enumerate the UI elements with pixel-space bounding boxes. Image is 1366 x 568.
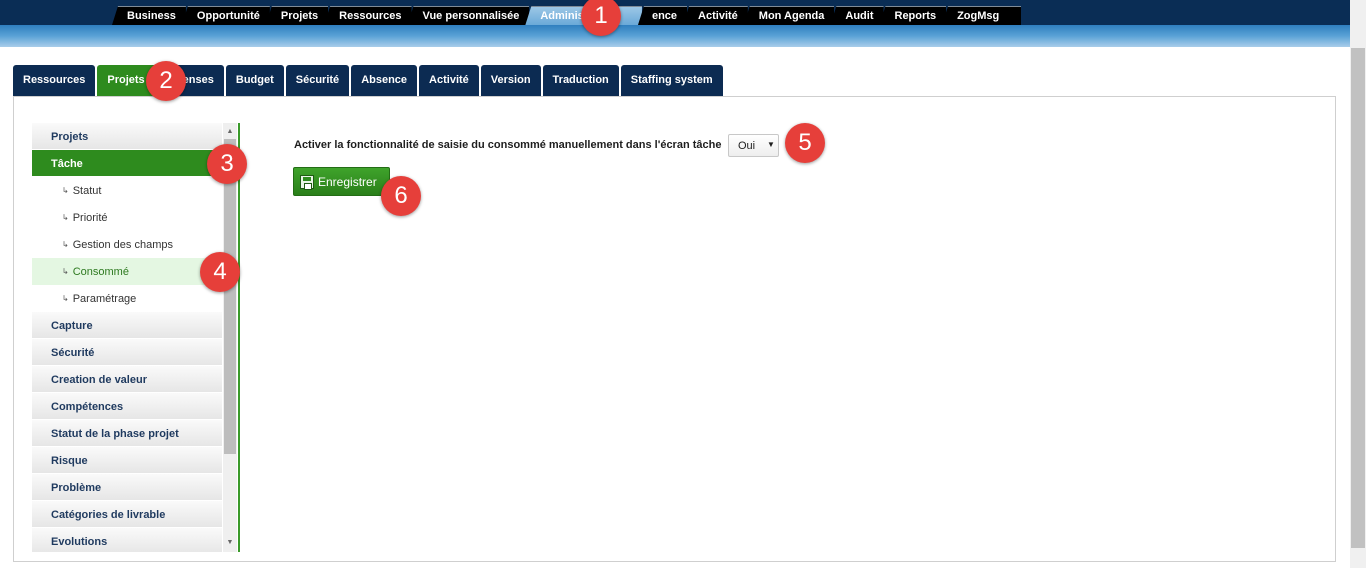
sidebar-subitem-label: Gestion des champs: [72, 239, 173, 251]
annotation-marker-2: 2: [146, 61, 186, 101]
sidebar-subitem-priorite[interactable]: ↳ Priorité: [32, 204, 222, 231]
annotation-marker-5: 5: [785, 123, 825, 163]
sidebar-subitem-label: Priorité: [72, 212, 108, 224]
manual-consumption-setting-label: Activer la fonctionnalité de saisie du c…: [294, 139, 722, 151]
sub-tab-staffing-system[interactable]: Staffing system: [620, 65, 723, 97]
top-tab-reports[interactable]: Reports: [879, 6, 947, 25]
sub-nav-tabs: Ressources Projets enses Budget Sécurité…: [13, 65, 725, 97]
top-tab-projets[interactable]: Projets: [265, 6, 329, 25]
sidebar-item-securite[interactable]: Sécurité: [32, 339, 222, 366]
page-scrollbar-thumb[interactable]: [1351, 48, 1365, 548]
top-tab-ressources[interactable]: Ressources: [324, 6, 412, 25]
sidebar-item-tache[interactable]: Tâche: [32, 150, 222, 177]
sub-arrow-icon: ↳: [62, 186, 69, 195]
sidebar-subitem-consomme[interactable]: ↳ Consommé: [32, 258, 222, 285]
sidebar-scrollbar-thumb[interactable]: [224, 139, 236, 454]
top-navigation-strip: [0, 25, 1350, 47]
top-tab-business[interactable]: Business: [112, 6, 186, 25]
sidebar-item-categories-livrable[interactable]: Catégories de livrable: [32, 501, 222, 528]
sub-tab-ressources[interactable]: Ressources: [13, 65, 96, 97]
top-tab-activite[interactable]: Activité: [683, 6, 748, 25]
scroll-up-icon[interactable]: ▲: [223, 125, 237, 139]
sidebar-item-projets[interactable]: Projets: [32, 123, 222, 150]
top-tab-opportunite[interactable]: Opportunité: [181, 6, 270, 25]
top-tab-audit[interactable]: Audit: [830, 6, 884, 25]
sub-tab-securite[interactable]: Sécurité: [285, 65, 350, 97]
sub-tab-budget[interactable]: Budget: [225, 65, 284, 97]
annotation-marker-3: 3: [207, 144, 247, 184]
sidebar-scrollbar[interactable]: ▲ ▼: [223, 123, 237, 552]
sidebar-subitem-label: Statut: [72, 185, 102, 197]
chevron-down-icon: ▼: [767, 140, 775, 149]
sidebar-item-probleme[interactable]: Problème: [32, 474, 222, 501]
sidebar-item-capture[interactable]: Capture: [32, 312, 222, 339]
sub-tab-absence[interactable]: Absence: [351, 65, 418, 97]
sub-arrow-icon: ↳: [62, 294, 69, 303]
top-nav-tabs: Business Opportunité Projets Ressources …: [112, 6, 1022, 26]
sidebar-subitem-label: Consommé: [72, 266, 129, 278]
sub-arrow-icon: ↳: [62, 267, 69, 276]
sidebar-subitem-statut[interactable]: ↳ Statut: [32, 177, 222, 204]
sub-tab-traduction[interactable]: Traduction: [542, 65, 619, 97]
sub-tab-version[interactable]: Version: [480, 65, 541, 97]
sidebar-item-creation-de-valeur[interactable]: Creation de valeur: [32, 366, 222, 393]
sidebar-item-evolutions[interactable]: Evolutions: [32, 528, 222, 552]
sidebar-subitem-parametrage[interactable]: ↳ Paramétrage: [32, 285, 222, 312]
admin-sidebar: Projets Tâche ↳ Statut ↳ Priorité ↳ Gestion…: [32, 123, 240, 552]
sidebar-item-statut-phase-projet[interactable]: Statut de la phase projet: [32, 420, 222, 447]
top-tab-ence[interactable]: ence: [637, 6, 688, 25]
top-tab-vue-personnalisee[interactable]: Vue personnalisée: [407, 6, 530, 25]
sidebar-item-risque[interactable]: Risque: [32, 447, 222, 474]
sidebar-subitem-gestion-des-champs[interactable]: ↳ Gestion des champs: [32, 231, 222, 258]
manual-consumption-select[interactable]: Oui ▼: [728, 134, 779, 157]
select-value: Oui: [738, 140, 756, 152]
annotation-marker-6: 6: [381, 176, 421, 216]
sub-arrow-icon: ↳: [62, 213, 69, 222]
save-button-label: Enregistrer: [318, 175, 377, 189]
sub-tab-activite[interactable]: Activité: [419, 65, 479, 97]
sidebar-subitem-label: Paramétrage: [72, 293, 137, 305]
floppy-disk-icon: [300, 175, 314, 190]
save-button[interactable]: Enregistrer: [293, 167, 390, 196]
top-tab-zogmsg[interactable]: ZogMsg: [942, 6, 1022, 25]
sub-arrow-icon: ↳: [62, 240, 69, 249]
annotation-marker-4: 4: [200, 252, 240, 292]
scroll-down-icon[interactable]: ▼: [223, 536, 237, 550]
sidebar-item-competences[interactable]: Compétences: [32, 393, 222, 420]
sidebar-list: Projets Tâche ↳ Statut ↳ Priorité ↳ Gestion…: [32, 123, 222, 552]
top-tab-mon-agenda[interactable]: Mon Agenda: [743, 6, 835, 25]
